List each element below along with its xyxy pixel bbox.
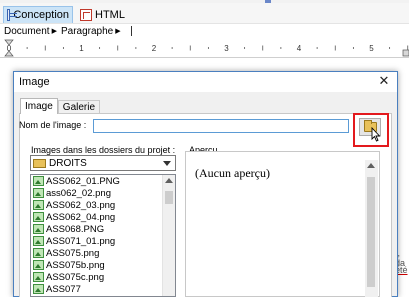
ruler-label: 4 [297,44,302,53]
ruler-label: 5 [369,44,374,53]
list-item[interactable]: ASS062_03.png [31,199,175,211]
conception-label: Conception [13,9,69,21]
image-file-icon [33,212,44,222]
folder-select[interactable]: DROITS [30,155,176,171]
image-file-list[interactable]: ASS062_01.PNG ass062_02.png ASS062_03.png A… [30,174,176,297]
image-file-icon [33,224,44,234]
image-name-input[interactable] [93,119,349,133]
right-indent-marker[interactable] [402,49,409,57]
breadcrumb-paragraphe[interactable]: Paragraphe ▶ [61,26,121,37]
html-view-icon [80,9,92,21]
file-list-scrollbar[interactable] [162,175,175,296]
image-file-icon [33,260,44,270]
horizontal-ruler[interactable]: 012345 [0,38,409,58]
file-name: ass062_02.png [46,187,111,199]
file-name: ASS075.png [46,247,100,259]
image-file-icon [33,200,44,210]
mouse-pointer-icon [371,127,381,142]
tab-image[interactable]: Image [20,98,58,114]
scroll-up-icon[interactable] [165,178,173,183]
list-item[interactable]: ASS062_01.PNG [31,175,175,187]
dialog-tabs: Image Galerie [20,98,101,114]
chevron-right-icon: ▶ [51,28,57,35]
list-item[interactable]: ASS077 [31,283,175,295]
image-file-icon [33,176,44,186]
project-images-label: Images dans les dossiers du projet : [31,145,176,155]
list-item[interactable]: ASS075c.png [31,271,175,283]
list-item[interactable]: ass062_02.png [31,187,175,199]
ruler-scale: 012345 [4,39,409,57]
file-name: ASS062_04.png [46,211,116,223]
chevron-down-icon[interactable] [161,157,173,169]
image-file-icon [33,272,44,282]
file-name: ASS077 [46,283,81,295]
ruler-label: 3 [224,44,229,53]
list-item[interactable]: ASS075.png [31,247,175,259]
scroll-up-icon[interactable] [367,163,375,168]
conception-mode-button[interactable]: Conception [3,6,73,24]
preview-placeholder: (Aucun aperçu) [195,166,270,180]
ruler-label: 2 [152,44,157,53]
design-view-icon [7,9,19,21]
scroll-thumb[interactable] [165,191,173,204]
image-file-icon [33,236,44,246]
breadcrumb-separator [130,26,132,36]
scroll-thumb[interactable] [367,177,375,287]
folder-icon [33,158,46,168]
image-file-icon [33,188,44,198]
ruler-label: 1 [79,44,84,53]
dialog-title: Image [19,76,50,88]
file-name: ASS075b.png [46,259,105,271]
image-file-icon [33,284,44,294]
file-name: ASS062_03.png [46,199,116,211]
breadcrumb: Document ▶ Paragraphe ▶ [0,23,409,38]
file-name: ASS062_01.PNG [46,175,120,187]
folder-select-value: DROITS [49,157,87,169]
file-name: ASS071_01.png [46,235,116,247]
preview-scrollbar[interactable] [365,160,378,297]
breadcrumb-document-label: Document [4,25,50,37]
tab-galerie[interactable]: Galerie [57,100,101,114]
file-name: ASS068.PNG [46,223,105,235]
file-name: ASS075c.png [46,271,105,283]
view-mode-bar: Conception HTML [0,3,409,24]
list-item[interactable]: ASS068.PNG [31,223,175,235]
close-icon[interactable]: ✕ [377,74,391,88]
image-file-icon [33,248,44,258]
breadcrumb-document[interactable]: Document ▶ [4,26,57,37]
breadcrumb-paragraphe-label: Paragraphe [60,25,114,37]
chevron-right-icon: ▶ [115,28,121,35]
list-item[interactable]: ASS075b.png [31,259,175,271]
html-mode-button[interactable]: HTML [77,6,128,24]
list-item[interactable]: ASS071_01.png [31,235,175,247]
image-name-label: Nom de l'image : [19,120,87,130]
dialog-titlebar[interactable]: Image ✕ [14,72,397,92]
list-item[interactable]: ASS062_04.png [31,211,175,223]
html-label: HTML [95,9,125,21]
